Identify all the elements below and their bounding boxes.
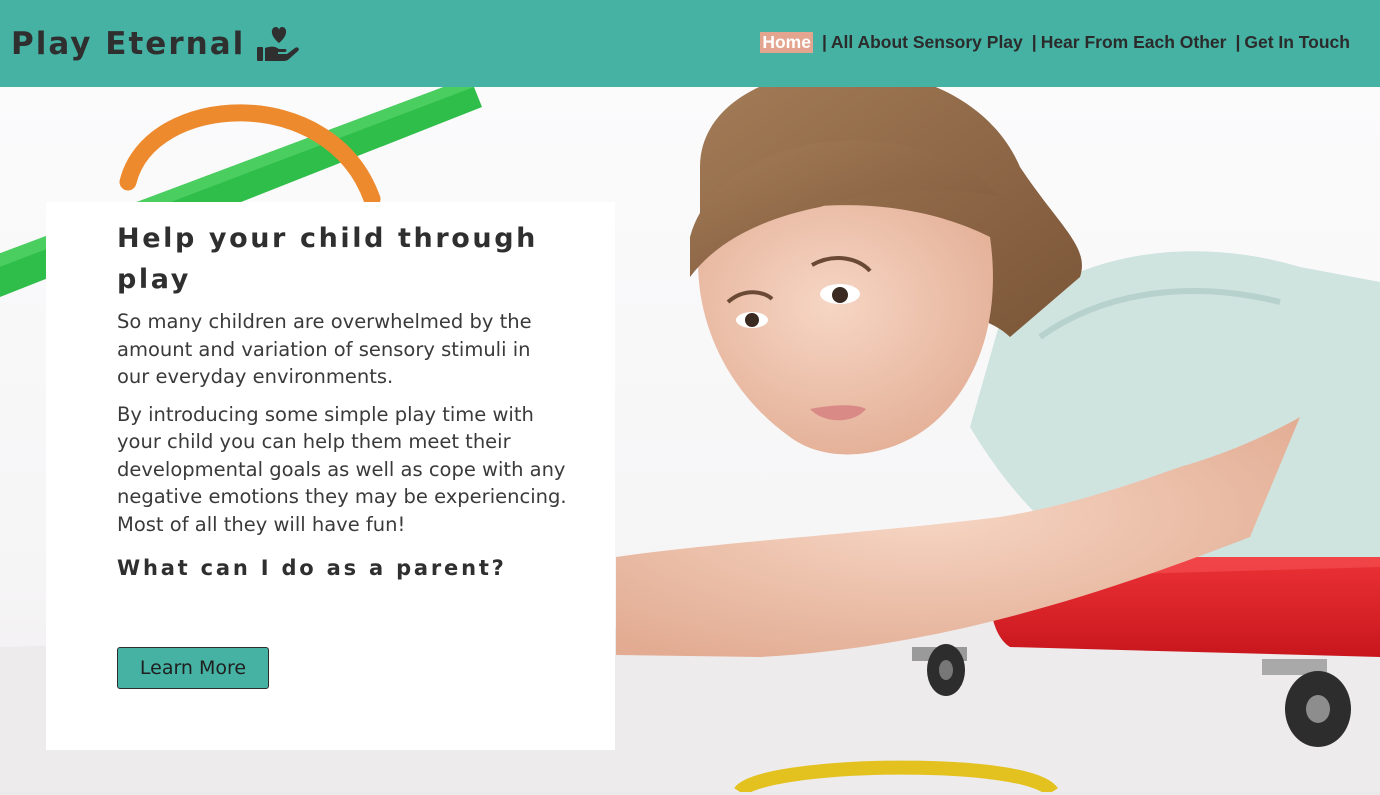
hand-holding-heart-icon	[257, 27, 300, 61]
nav-item-sensory-play: | All About Sensory Play	[813, 32, 1023, 53]
nav-link-get-in-touch[interactable]: Get In Touch	[1244, 32, 1350, 53]
brand-logo[interactable]: Play Eternal	[11, 22, 301, 66]
nav-link-hear-from-each-other[interactable]: Hear From Each Other	[1041, 32, 1227, 53]
nav-separator: |	[1235, 31, 1241, 52]
main-nav: Home | All About Sensory Play | Hear Fro…	[760, 28, 1350, 56]
nav-link-home[interactable]: Home	[760, 31, 813, 53]
nav-separator: |	[1031, 31, 1037, 52]
site-header: Play Eternal Home | All About Sensory Pl…	[0, 0, 1380, 87]
nav-item-home: Home	[760, 31, 813, 53]
intro-card: Help your child through play So many chi…	[46, 202, 615, 750]
learn-more-button[interactable]: Learn More	[117, 647, 269, 689]
hero-title: Help your child through play	[117, 223, 539, 295]
intro-paragraph: So many children are overwhelmed by the …	[117, 310, 532, 388]
hero-subtitle: What can I do as a parent?	[117, 556, 507, 580]
brand-name: Play Eternal	[11, 26, 246, 62]
nav-link-sensory-play[interactable]: All About Sensory Play	[831, 32, 1023, 53]
nav-separator: |	[821, 31, 827, 52]
intro-card-content: Help your child through play So many chi…	[117, 218, 567, 580]
intro-paragraph: By introducing some simple play time wit…	[117, 402, 567, 536]
nav-item-get-in-touch: | Get In Touch	[1226, 32, 1350, 53]
nav-item-hear-from-each-other: | Hear From Each Other	[1023, 32, 1227, 53]
